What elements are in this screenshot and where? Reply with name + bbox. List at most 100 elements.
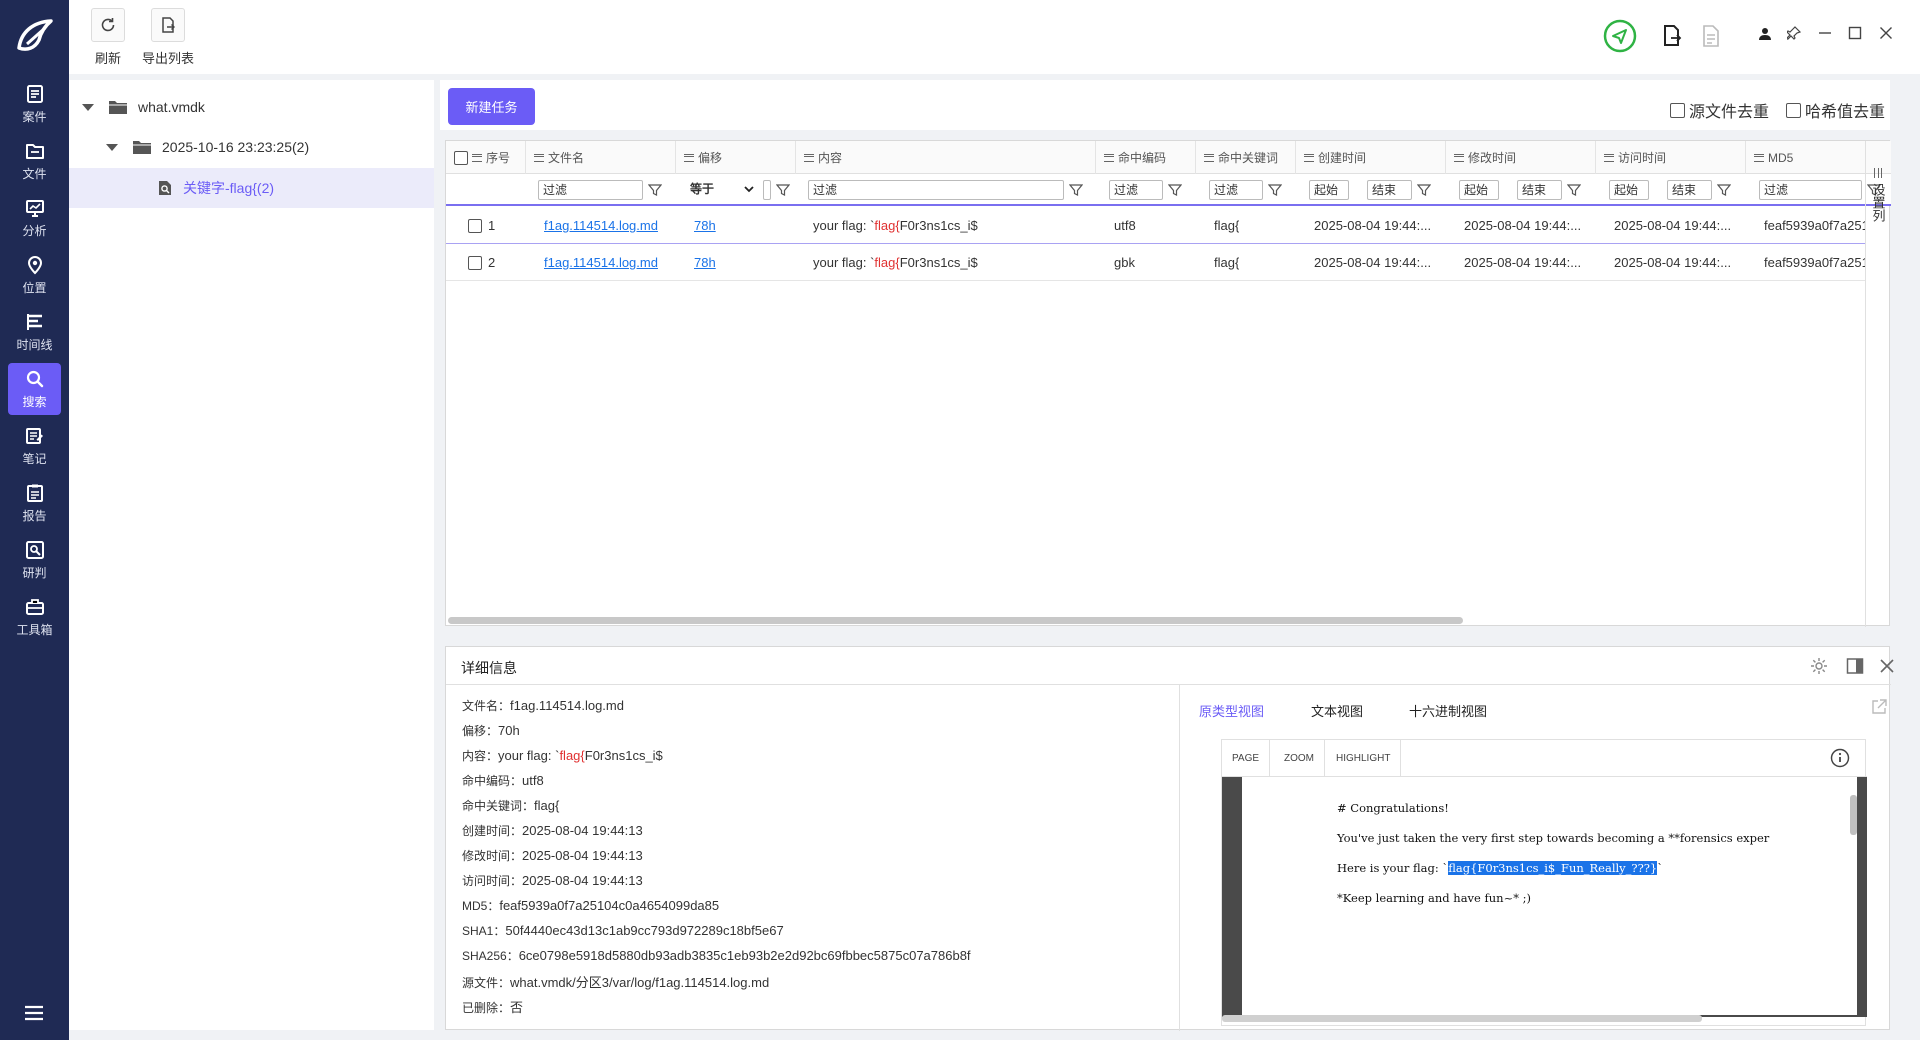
file-export-icon[interactable] xyxy=(1662,25,1682,47)
checkbox[interactable] xyxy=(1670,102,1685,118)
tree-node-root[interactable]: what.vmdk xyxy=(69,87,434,127)
filter-icon[interactable] xyxy=(1268,183,1282,197)
filter-md5-input[interactable]: 过滤 xyxy=(1759,180,1862,200)
drag-handle-icon[interactable] xyxy=(1754,153,1764,162)
column-modified[interactable]: 修改时间 xyxy=(1446,141,1596,174)
drag-handle-icon[interactable] xyxy=(1204,153,1214,162)
row-checkbox-cell[interactable]: 1 xyxy=(468,208,495,243)
horizontal-scrollbar[interactable] xyxy=(1222,1015,1702,1022)
filter-accessed-start[interactable]: 起始 xyxy=(1609,180,1649,200)
filename-link[interactable]: f1ag.114514.log.md xyxy=(544,218,658,233)
nav-item-case[interactable]: 案件 xyxy=(8,78,61,130)
caret-down-icon[interactable] xyxy=(82,103,94,111)
filter-modified-start[interactable]: 起始 xyxy=(1459,180,1499,200)
caret-down-icon[interactable] xyxy=(106,143,118,151)
dedup-source-option[interactable]: 源文件去重 xyxy=(1670,98,1769,122)
nav-item-judge[interactable]: 研判 xyxy=(8,534,61,586)
nav-item-report[interactable]: 报告 xyxy=(8,477,61,529)
column-offset[interactable]: 偏移 xyxy=(676,141,796,174)
filter-filename-input[interactable]: 过滤 xyxy=(538,180,643,200)
filter-icon[interactable] xyxy=(648,183,662,197)
zoom-button[interactable]: ZOOM xyxy=(1274,740,1325,777)
close-icon[interactable] xyxy=(1879,658,1895,674)
column-index[interactable]: 序号 xyxy=(446,141,526,174)
row-checkbox[interactable] xyxy=(468,218,482,233)
menu-icon[interactable] xyxy=(24,1005,44,1021)
send-icon[interactable] xyxy=(1603,19,1637,53)
filter-icon[interactable] xyxy=(1069,183,1083,197)
tab-hex-view[interactable]: 十六进制视图 xyxy=(1409,701,1487,720)
column-md5[interactable]: MD5 xyxy=(1746,141,1866,174)
minimize-icon[interactable] xyxy=(1818,26,1832,40)
column-content[interactable]: 内容 xyxy=(796,141,1096,174)
filter-offset-input[interactable] xyxy=(763,180,771,200)
select-all-checkbox[interactable] xyxy=(454,150,468,165)
column-filename[interactable]: 文件名 xyxy=(526,141,676,174)
new-task-button[interactable]: 新建任务 xyxy=(448,88,535,125)
dedup-hash-option[interactable]: 哈希值去重 xyxy=(1786,98,1885,122)
highlight-button[interactable]: HIGHLIGHT xyxy=(1326,740,1402,777)
row-checkbox[interactable] xyxy=(468,255,482,270)
nav-item-timeline[interactable]: 时间线 xyxy=(8,306,61,358)
user-icon[interactable] xyxy=(1758,27,1772,41)
column-settings-tab[interactable]: 设置列 xyxy=(1865,141,1889,627)
tab-native-view[interactable]: 原类型视图 xyxy=(1199,701,1264,720)
tab-text-view[interactable]: 文本视图 xyxy=(1311,701,1363,720)
vertical-scrollbar[interactable] xyxy=(1850,795,1857,835)
filter-icon[interactable] xyxy=(776,183,790,197)
nav-item-search[interactable]: 搜索 xyxy=(8,363,61,415)
column-accessed[interactable]: 访问时间 xyxy=(1596,141,1746,174)
filename-link[interactable]: f1ag.114514.log.md xyxy=(544,255,658,270)
checkbox[interactable] xyxy=(1786,102,1801,118)
pin-icon[interactable] xyxy=(1787,26,1801,40)
drag-handle-icon[interactable] xyxy=(1604,153,1614,162)
filter-icon[interactable] xyxy=(1717,183,1731,197)
offset-link[interactable]: 78h xyxy=(694,218,716,233)
tree-node-keyword[interactable]: 关键字-flag{(2) xyxy=(69,168,434,208)
page-button[interactable]: PAGE xyxy=(1222,740,1271,777)
nav-item-files[interactable]: 文件 xyxy=(8,135,61,187)
drag-handle-icon[interactable] xyxy=(804,153,814,162)
drag-handle-icon[interactable] xyxy=(534,153,544,162)
filter-created-start[interactable]: 起始 xyxy=(1309,180,1349,200)
refresh-button[interactable]: 刷新 xyxy=(91,8,125,67)
split-view-icon[interactable] xyxy=(1846,657,1864,675)
row-checkbox-cell[interactable]: 2 xyxy=(468,245,495,280)
external-link-icon[interactable] xyxy=(1871,699,1887,715)
drag-handle-icon[interactable] xyxy=(1104,153,1114,162)
filter-created-end[interactable]: 结束 xyxy=(1367,180,1412,200)
nav-item-notes[interactable]: 笔记 xyxy=(8,420,61,472)
filter-keyword-input[interactable]: 过滤 xyxy=(1209,180,1263,200)
filter-icon[interactable] xyxy=(1567,183,1581,197)
column-encoding[interactable]: 命中编码 xyxy=(1096,141,1196,174)
table-row[interactable]: 2 f1ag.114514.log.md 78h your flag: ` fla… xyxy=(446,245,1866,281)
close-icon[interactable] xyxy=(1879,26,1893,40)
gear-icon[interactable] xyxy=(1810,657,1828,675)
drag-handle-icon[interactable] xyxy=(472,153,482,162)
table-row[interactable]: 1 f1ag.114514.log.md 78h your flag: ` fla… xyxy=(446,208,1866,244)
maximize-icon[interactable] xyxy=(1848,26,1862,40)
doc-highlight: flag{F0r3ns1cs_i$_Fun_Really_???} xyxy=(1448,861,1658,875)
column-created[interactable]: 创建时间 xyxy=(1296,141,1446,174)
offset-link[interactable]: 78h xyxy=(694,255,716,270)
tree-node-task[interactable]: 2025-10-16 23:23:25(2) xyxy=(69,127,434,167)
column-keyword[interactable]: 命中关键词 xyxy=(1196,141,1296,174)
drag-handle-icon[interactable] xyxy=(1454,153,1464,162)
nav-item-toolbox[interactable]: 工具箱 xyxy=(8,591,61,643)
filter-accessed-end[interactable]: 结束 xyxy=(1667,180,1712,200)
info-icon[interactable] xyxy=(1830,748,1850,768)
drag-handle-icon[interactable] xyxy=(1304,153,1314,162)
nav-item-location[interactable]: 位置 xyxy=(8,249,61,301)
filter-content-input[interactable]: 过滤 xyxy=(808,180,1064,200)
document-icon[interactable] xyxy=(1702,25,1720,47)
horizontal-scrollbar[interactable] xyxy=(448,617,1463,624)
filter-encoding-input[interactable]: 过滤 xyxy=(1109,180,1163,200)
offset-operator-select[interactable]: 等于 xyxy=(686,180,758,200)
filter-icon[interactable] xyxy=(1417,183,1431,197)
nav-item-analysis[interactable]: 分析 xyxy=(8,192,61,244)
drag-handle-icon[interactable] xyxy=(684,153,694,162)
export-list-button[interactable]: 导出列表 xyxy=(142,8,194,67)
filter-icon[interactable] xyxy=(1168,183,1182,197)
filter-modified-end[interactable]: 结束 xyxy=(1517,180,1562,200)
search-icon xyxy=(26,370,43,387)
